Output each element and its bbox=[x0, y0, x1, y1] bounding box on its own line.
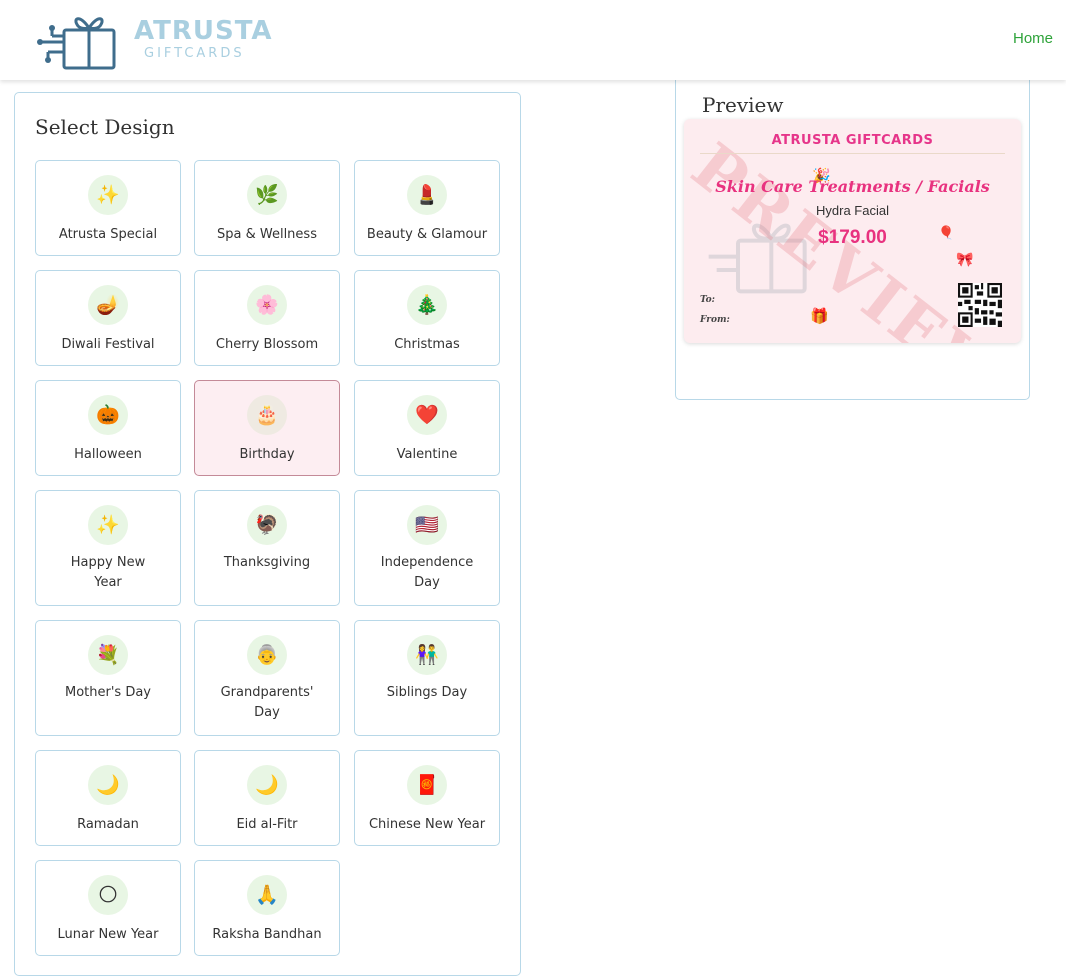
atrusta-logo[interactable]: ATRUSTA GIFTCARDS bbox=[34, 8, 274, 72]
giftcard-preview: PREVIEW ATRUSTA GIFTCARDS 🎉 Skin Care Tr… bbox=[684, 119, 1021, 343]
design-card-siblings-day[interactable]: 👫 Siblings Day bbox=[354, 620, 500, 736]
design-card-ramadan[interactable]: 🌙 Ramadan bbox=[35, 750, 181, 846]
crescent-moon-icon: 🌙 bbox=[88, 765, 128, 805]
giftcard-price: $179.00 bbox=[818, 227, 887, 248]
grandparent-icon: 👵 bbox=[247, 635, 287, 675]
select-design-title: Select Design bbox=[35, 115, 175, 139]
sparkles-icon: ✨ bbox=[88, 175, 128, 215]
sparkles-icon: ✨ bbox=[88, 505, 128, 545]
logo-subtitle: GIFTCARDS bbox=[144, 46, 245, 61]
design-card-grandparents-day[interactable]: 👵 Grandparents' Day bbox=[194, 620, 340, 736]
giftcard-category: Skin Care Treatments / Facials bbox=[715, 177, 990, 196]
red-envelope-icon: 🧧 bbox=[407, 765, 447, 805]
design-card-label: Siblings Day bbox=[386, 685, 468, 700]
design-card-cherry-blossom[interactable]: 🌸 Cherry Blossom bbox=[194, 270, 340, 366]
turkey-icon: 🦃 bbox=[247, 505, 287, 545]
design-card-thanksgiving[interactable]: 🦃 Thanksgiving bbox=[194, 490, 340, 606]
bouquet-icon: 💐 bbox=[88, 635, 128, 675]
design-card-label: Raksha Bandhan bbox=[212, 927, 322, 942]
design-card-label: Atrusta Special bbox=[58, 227, 158, 242]
design-card-label: Lunar New Year bbox=[57, 927, 159, 942]
balloon-icon: 🎈 bbox=[938, 226, 955, 241]
design-card-raksha-bandhan[interactable]: 🙏 Raksha Bandhan bbox=[194, 860, 340, 956]
design-card-atrusta-special[interactable]: ✨ Atrusta Special bbox=[35, 160, 181, 256]
design-card-valentine[interactable]: ❤️ Valentine bbox=[354, 380, 500, 476]
design-card-spa-wellness[interactable]: 🌿 Spa & Wellness bbox=[194, 160, 340, 256]
design-card-label: Christmas bbox=[394, 337, 460, 352]
diya-lamp-icon: 🪔 bbox=[88, 285, 128, 325]
gift-icon: 🎁 bbox=[810, 307, 829, 325]
folded-hands-icon: 🙏 bbox=[247, 875, 287, 915]
design-card-label: Spa & Wellness bbox=[217, 227, 317, 242]
gift-circuit-logo-icon bbox=[37, 17, 116, 70]
design-card-label: Beauty & Glamour bbox=[366, 227, 488, 242]
design-card-birthday[interactable]: 🎂 Birthday bbox=[194, 380, 340, 476]
design-card-christmas[interactable]: 🎄 Christmas bbox=[354, 270, 500, 366]
cherry-blossom-icon: 🌸 bbox=[247, 285, 287, 325]
design-card-independence-day[interactable]: 🇺🇸 Independence Day bbox=[354, 490, 500, 606]
design-card-label: Grandparents' Day bbox=[220, 685, 314, 720]
design-card-label: Ramadan bbox=[77, 817, 139, 832]
design-card-lunar-new-year[interactable]: 🌕 Lunar New Year bbox=[35, 860, 181, 956]
design-card-label: Halloween bbox=[74, 447, 142, 462]
design-card-chinese-new-year[interactable]: 🧧 Chinese New Year bbox=[354, 750, 500, 846]
logo-title: ATRUSTA bbox=[134, 16, 273, 46]
design-card-happy-new-year[interactable]: ✨ Happy New Year bbox=[35, 490, 181, 606]
design-card-label: Mother's Day bbox=[65, 685, 151, 700]
design-card-diwali-festival[interactable]: 🪔 Diwali Festival bbox=[35, 270, 181, 366]
design-card-halloween[interactable]: 🎃 Halloween bbox=[35, 380, 181, 476]
full-moon-icon: 🌕 bbox=[88, 875, 128, 915]
design-card-eid-al-fitr[interactable]: 🌙 Eid al-Fitr bbox=[194, 750, 340, 846]
leaf-icon: 🌿 bbox=[247, 175, 287, 215]
design-card-label: Independence Day bbox=[380, 555, 474, 590]
design-card-label: Eid al-Fitr bbox=[236, 817, 298, 832]
design-card-label: Thanksgiving bbox=[223, 555, 311, 570]
heart-icon: ❤️ bbox=[407, 395, 447, 435]
giftcard-brand: ATRUSTA GIFTCARDS bbox=[771, 133, 934, 148]
design-card-label: Chinese New Year bbox=[368, 817, 486, 832]
nav-home-link[interactable]: Home bbox=[1013, 30, 1053, 47]
pumpkin-icon: 🎃 bbox=[88, 395, 128, 435]
faint-logo-icon bbox=[708, 223, 807, 294]
design-card-label: Valentine bbox=[396, 447, 458, 462]
lipstick-icon: 💄 bbox=[407, 175, 447, 215]
design-card-label: Cherry Blossom bbox=[215, 337, 319, 352]
us-flag-icon: 🇺🇸 bbox=[407, 505, 447, 545]
birthday-cake-icon: 🎂 bbox=[247, 395, 287, 435]
preview-title: Preview bbox=[702, 93, 784, 117]
design-card-beauty-glamour[interactable]: 💄 Beauty & Glamour bbox=[354, 160, 500, 256]
siblings-icon: 👫 bbox=[407, 635, 447, 675]
design-card-mother-s-day[interactable]: 💐 Mother's Day bbox=[35, 620, 181, 736]
design-card-label: Diwali Festival bbox=[61, 337, 155, 352]
site-header: ATRUSTA GIFTCARDS Home bbox=[0, 0, 1066, 80]
preview-panel: Preview PREVIEW ATRUSTA GIFTCARDS 🎉 Skin… bbox=[675, 70, 1030, 400]
select-design-panel: Select Design ✨ Atrusta Special 🌿 Spa & Wel… bbox=[14, 92, 521, 976]
design-card-label: Happy New Year bbox=[70, 555, 146, 590]
giftcard-divider bbox=[700, 153, 1005, 154]
qr-code-icon bbox=[958, 283, 1002, 327]
christmas-tree-icon: 🎄 bbox=[407, 285, 447, 325]
giftcard-from-label: From: bbox=[700, 315, 730, 325]
design-card-label: Birthday bbox=[239, 447, 295, 462]
giftcard-to-label: To: bbox=[700, 295, 715, 305]
crescent-moon-icon: 🌙 bbox=[247, 765, 287, 805]
ribbon-icon: 🎀 bbox=[956, 252, 974, 268]
giftcard-service: Hydra Facial bbox=[816, 203, 889, 218]
